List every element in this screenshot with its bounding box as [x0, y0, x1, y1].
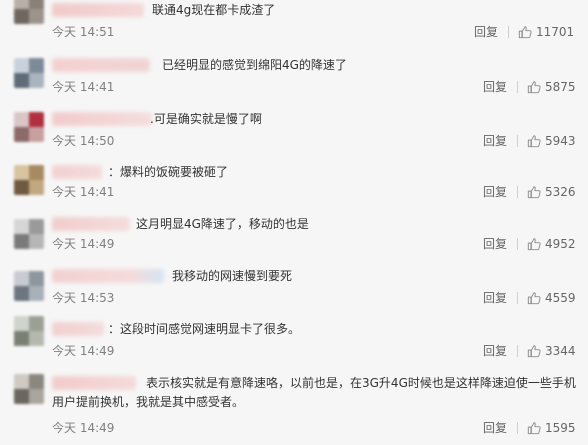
comment-time: 今天 14:41: [52, 80, 115, 94]
divider: [517, 238, 518, 250]
reply-button[interactable]: 回复: [483, 79, 507, 95]
comment-time: 今天 14:50: [52, 134, 115, 148]
divider: [517, 422, 518, 434]
comment-item: 我移动的网速慢到要死 今天 14:53 回复 4559: [0, 268, 588, 320]
username-blurred[interactable]: [52, 376, 136, 390]
avatar[interactable]: [14, 271, 44, 301]
comment-time: 今天 14:51: [52, 25, 115, 39]
comment-text: 这月明显4G降速了，移动的也是: [136, 217, 309, 231]
comment-time: 今天 14:41: [52, 185, 115, 199]
divider: [508, 26, 509, 38]
username-blurred[interactable]: [52, 112, 152, 126]
thumbs-up-icon: [527, 422, 541, 435]
divider: [517, 81, 518, 93]
thumbs-up-icon: [527, 81, 541, 94]
username-blurred[interactable]: [52, 217, 130, 231]
comment-item: 表示核实就是有意降速咯，以前也是，在3G升4G时候也是这样降速迫使一些手机 用户…: [0, 374, 588, 445]
avatar[interactable]: [14, 316, 44, 348]
username-blurred[interactable]: [52, 58, 150, 72]
username-blurred[interactable]: [52, 3, 144, 17]
comment-text: ：这段时间感觉网速明显卡了很多。: [108, 322, 301, 336]
divider: [517, 345, 518, 357]
avatar[interactable]: [14, 112, 44, 142]
comment-text-line: 用户提前换机，我就是其中感受者。: [52, 395, 245, 409]
like-count: 11701: [536, 25, 575, 39]
comment-item: ：爆料的饭碗要被砸了 今天 14:41 回复 5326: [0, 162, 588, 214]
comment-text-continuation: 用户提前换机，我就是其中感受者。: [52, 393, 244, 412]
like-button[interactable]: 3344: [527, 343, 576, 359]
comment-text: 我移动的网速慢到要死: [172, 269, 293, 283]
comment-item: ：这段时间感觉网速明显卡了很多。 今天 14:49 回复 3344: [0, 316, 588, 373]
reply-button[interactable]: 回复: [483, 236, 507, 252]
like-count: 5875: [545, 80, 576, 94]
comment-text: ：爆料的饭碗要被砸了: [108, 165, 229, 179]
comment-text: .可是确实就是慢了啊: [150, 112, 262, 126]
divider: [517, 186, 518, 198]
divider: [517, 135, 518, 147]
comment-item: .可是确实就是慢了啊 今天 14:50 回复 5943: [0, 109, 588, 161]
reply-button[interactable]: 回复: [483, 290, 507, 306]
comment-text-line: 表示核实就是有意降速咯，以前也是，在3G升4G时候也是这样降速迫使一些手机: [146, 376, 576, 390]
thumbs-up-icon: [527, 345, 541, 358]
comment-time: 今天 14:49: [52, 237, 115, 251]
reply-button[interactable]: 回复: [483, 184, 507, 200]
thumbs-up-icon: [518, 26, 532, 39]
comment-time: 今天 14:53: [52, 291, 115, 305]
comment-text: 已经明显的感觉到绵阳4G的降速了: [162, 58, 347, 72]
like-button[interactable]: 5875: [527, 79, 576, 95]
avatar[interactable]: [14, 165, 44, 195]
comment-text: 联通4g现在都卡成渣了: [152, 3, 276, 17]
comment-text: 表示核实就是有意降速咯，以前也是，在3G升4G时候也是这样降速迫使一些手机: [146, 374, 576, 393]
avatar[interactable]: [14, 374, 44, 404]
like-button[interactable]: 1595: [527, 420, 576, 436]
thumbs-up-icon: [527, 186, 541, 199]
username-blurred[interactable]: [52, 322, 104, 336]
reply-button[interactable]: 回复: [483, 133, 507, 149]
like-count: 4559: [545, 291, 576, 305]
like-button[interactable]: 4559: [527, 290, 576, 306]
comment-time: 今天 14:49: [52, 421, 115, 435]
reply-button[interactable]: 回复: [474, 24, 498, 40]
comment-item: 已经明显的感觉到绵阳4G的降速了 今天 14:41 回复 5875: [0, 55, 588, 107]
comment-time: 今天 14:49: [52, 344, 115, 358]
comment-item: 这月明显4G降速了，移动的也是 今天 14:49 回复 4952: [0, 216, 588, 268]
reply-button[interactable]: 回复: [483, 420, 507, 436]
thumbs-up-icon: [527, 238, 541, 251]
thumbs-up-icon: [527, 135, 541, 148]
like-button[interactable]: 4952: [527, 236, 576, 252]
avatar[interactable]: [14, 58, 44, 88]
thumbs-up-icon: [527, 292, 541, 305]
username-blurred[interactable]: [52, 165, 102, 179]
username-blurred[interactable]: [52, 269, 164, 283]
like-count: 1595: [545, 421, 576, 435]
divider: [517, 292, 518, 304]
reply-button[interactable]: 回复: [483, 343, 507, 359]
like-count: 4952: [545, 237, 576, 251]
like-count: 3344: [545, 344, 576, 358]
like-button[interactable]: 11701: [518, 24, 574, 40]
like-button[interactable]: 5943: [527, 133, 576, 149]
avatar[interactable]: [14, 0, 44, 24]
comment-item: 联通4g现在都卡成渣了 今天 14:51 回复 11701: [0, 0, 588, 52]
like-button[interactable]: 5326: [527, 184, 576, 200]
like-count: 5943: [545, 134, 576, 148]
comment-list: 联通4g现在都卡成渣了 今天 14:51 回复 11701 已经明显的感觉到绵阳…: [0, 0, 588, 445]
like-count: 5326: [545, 185, 576, 199]
avatar[interactable]: [14, 219, 44, 249]
